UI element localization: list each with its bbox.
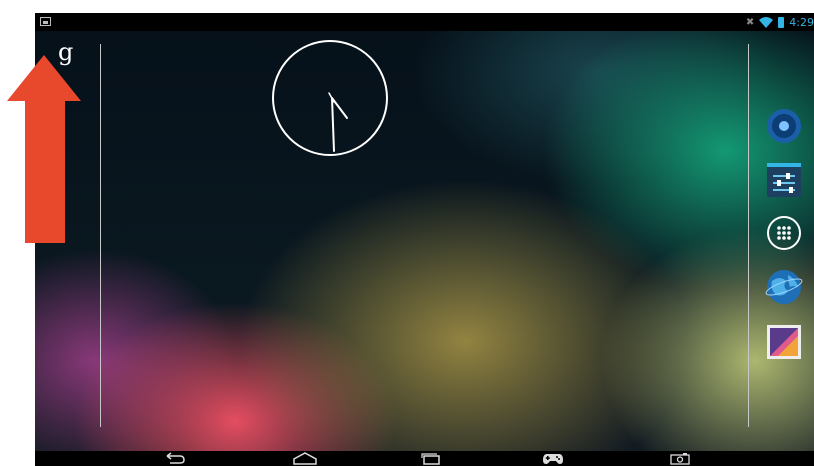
game-controller-button[interactable] (533, 451, 573, 466)
mute-icon: ✖ (745, 16, 755, 28)
hour-hand (331, 97, 335, 152)
tablet-screen: ✖ 4:29 g (35, 13, 814, 466)
camera-icon (670, 453, 690, 465)
screenshot-notification-icon (40, 17, 51, 26)
right-divider (748, 44, 749, 427)
red-annotation-arrow (7, 55, 81, 243)
analog-clock-widget[interactable] (272, 40, 388, 156)
back-icon (166, 452, 185, 464)
recent-apps-icon (421, 453, 440, 465)
status-time: 4:29 (789, 15, 814, 29)
gallery-app-icon[interactable] (764, 322, 804, 362)
all-apps-icon[interactable] (764, 213, 804, 253)
browser-app-icon[interactable] (764, 267, 804, 307)
clock-hands (328, 92, 348, 152)
battery-icon (778, 16, 785, 28)
screenshot-button[interactable] (660, 451, 700, 466)
wifi-icon (759, 17, 774, 28)
left-divider (100, 44, 101, 427)
navigation-bar (35, 451, 814, 466)
back-button[interactable] (155, 451, 195, 466)
game-controller-icon (543, 454, 563, 464)
recent-apps-button[interactable] (411, 451, 451, 466)
music-app-icon[interactable] (764, 106, 804, 146)
home-button[interactable] (285, 451, 325, 466)
status-right-area: ✖ 4:29 (746, 13, 814, 31)
home-wallpaper (35, 31, 814, 451)
settings-app-icon[interactable] (764, 160, 804, 200)
home-icon (293, 452, 317, 465)
status-bar[interactable]: ✖ 4:29 (35, 13, 814, 31)
